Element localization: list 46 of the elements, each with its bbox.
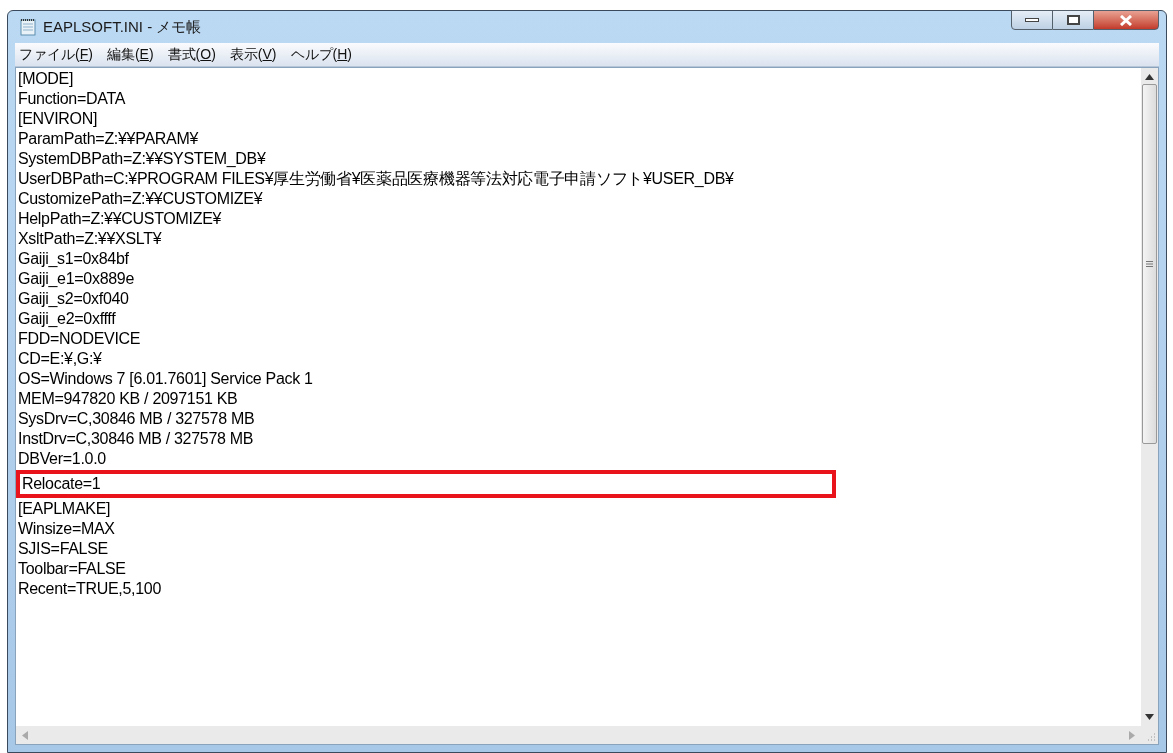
text-line: InstDrv=C,30846 MB / 327578 MB bbox=[18, 429, 254, 449]
notepad-icon bbox=[19, 18, 37, 36]
text-line: Recent=TRUE,5,100 bbox=[18, 579, 161, 599]
text-line: [ENVIRON] bbox=[18, 109, 98, 129]
scroll-up-icon bbox=[1145, 74, 1154, 80]
text-line: CD=E:¥,G:¥ bbox=[18, 349, 102, 369]
text-line: DBVer=1.0.0 bbox=[18, 449, 106, 469]
text-line: SystemDBPath=Z:¥¥SYSTEM_DB¥ bbox=[18, 149, 266, 169]
grip-icon bbox=[1146, 261, 1153, 267]
scroll-left-icon bbox=[22, 730, 28, 740]
scroll-thumb[interactable] bbox=[1142, 84, 1157, 444]
text-line: ParamPath=Z:¥¥PARAM¥ bbox=[18, 129, 198, 149]
window-title: EAPLSOFT.INI - メモ帳 bbox=[43, 16, 202, 37]
close-button[interactable] bbox=[1093, 10, 1159, 30]
resize-grip-icon bbox=[1146, 732, 1156, 742]
text-line: Relocate=1 bbox=[22, 474, 101, 494]
scroll-down-icon bbox=[1145, 714, 1154, 720]
text-line: Gaiji_e1=0x889e bbox=[18, 269, 135, 289]
text-line: CustomizePath=Z:¥¥CUSTOMIZE¥ bbox=[18, 189, 263, 209]
minimize-button[interactable] bbox=[1011, 10, 1053, 30]
text-line: Gaiji_s1=0x84bf bbox=[18, 249, 129, 269]
text-line: Toolbar=FALSE bbox=[18, 559, 126, 579]
text-line: OS=Windows 7 [6.01.7601] Service Pack 1 bbox=[18, 369, 313, 389]
text-line: Gaiji_s2=0xf040 bbox=[18, 289, 129, 309]
horizontal-scrollbar[interactable] bbox=[16, 726, 1141, 744]
text-line: [EAPLMAKE] bbox=[18, 499, 111, 519]
text-line: MEM=947820 KB / 2097151 KB bbox=[18, 389, 238, 409]
text-line: SysDrv=C,30846 MB / 327578 MB bbox=[18, 409, 255, 429]
vertical-scrollbar[interactable] bbox=[1141, 68, 1158, 726]
text-line: XsltPath=Z:¥¥XSLT¥ bbox=[18, 229, 162, 249]
maximize-button[interactable] bbox=[1053, 10, 1093, 30]
text-line: Winsize=MAX bbox=[18, 519, 115, 539]
menu-item[interactable]: ファイル(F) bbox=[19, 44, 93, 65]
text-line: UserDBPath=C:¥PROGRAM FILES¥厚生労働省¥医薬品医療機器等法対応電子申請ソフト¥USER_DB¥ bbox=[18, 169, 734, 189]
scroll-right-icon bbox=[1129, 730, 1135, 740]
menu-item[interactable]: 表示(V) bbox=[229, 44, 277, 65]
text-line: Function=DATA bbox=[18, 89, 126, 109]
menu-item[interactable]: ヘルプ(H) bbox=[290, 44, 352, 65]
text-line: SJIS=FALSE bbox=[18, 539, 108, 559]
menu-item[interactable]: 書式(O) bbox=[167, 44, 216, 65]
menu-item[interactable]: 編集(E) bbox=[106, 44, 154, 65]
text-line: [MODE] bbox=[18, 69, 74, 89]
text-line: Gaiji_e2=0xffff bbox=[18, 309, 116, 329]
close-icon bbox=[1119, 14, 1133, 26]
text-line: FDD=NODEVICE bbox=[18, 329, 141, 349]
text-line: HelpPath=Z:¥¥CUSTOMIZE¥ bbox=[18, 209, 222, 229]
